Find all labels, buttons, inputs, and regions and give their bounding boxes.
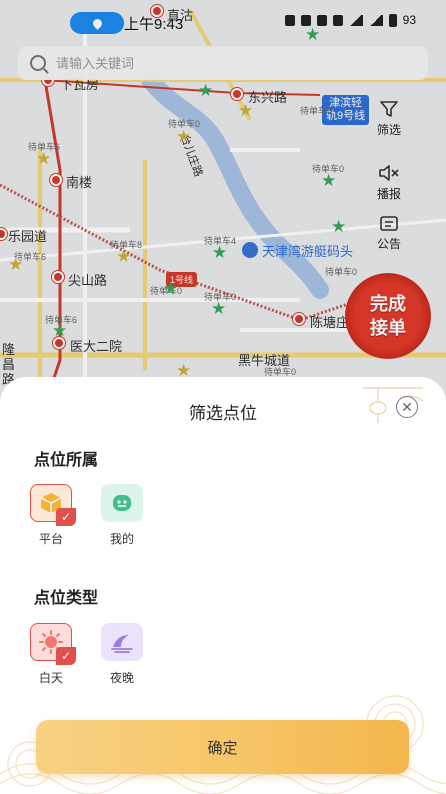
checkmark-icon: ✓ [56,647,76,665]
confirm-button[interactable]: 确定 [36,720,409,774]
option-label: 平台 [38,532,63,546]
section-title-type: 点位类型 [34,590,99,607]
checkmark-icon: ✓ [56,508,76,526]
sun-icon: ✓ [30,623,76,665]
filter-sheet: 筛选点位 ✕ 点位所属 ✓ 平台 我的 点位类型 ✓ 白天 夜晚 确定 [0,377,446,794]
close-icon[interactable]: ✕ [396,396,418,418]
night-icon [101,623,143,661]
option-night[interactable]: 夜晚 [100,623,144,686]
option-label: 夜晚 [109,671,134,685]
section-title-owner: 点位所属 [34,452,99,469]
option-mine[interactable]: 我的 [100,484,144,547]
option-label: 白天 [38,671,63,685]
option-label: 我的 [109,532,134,546]
sheet-title: 筛选点位 [189,404,257,423]
my-robot-icon [101,484,143,522]
platform-box-icon: ✓ [30,484,76,526]
option-platform[interactable]: ✓ 平台 [29,484,76,547]
option-day[interactable]: ✓ 白天 [29,623,76,686]
